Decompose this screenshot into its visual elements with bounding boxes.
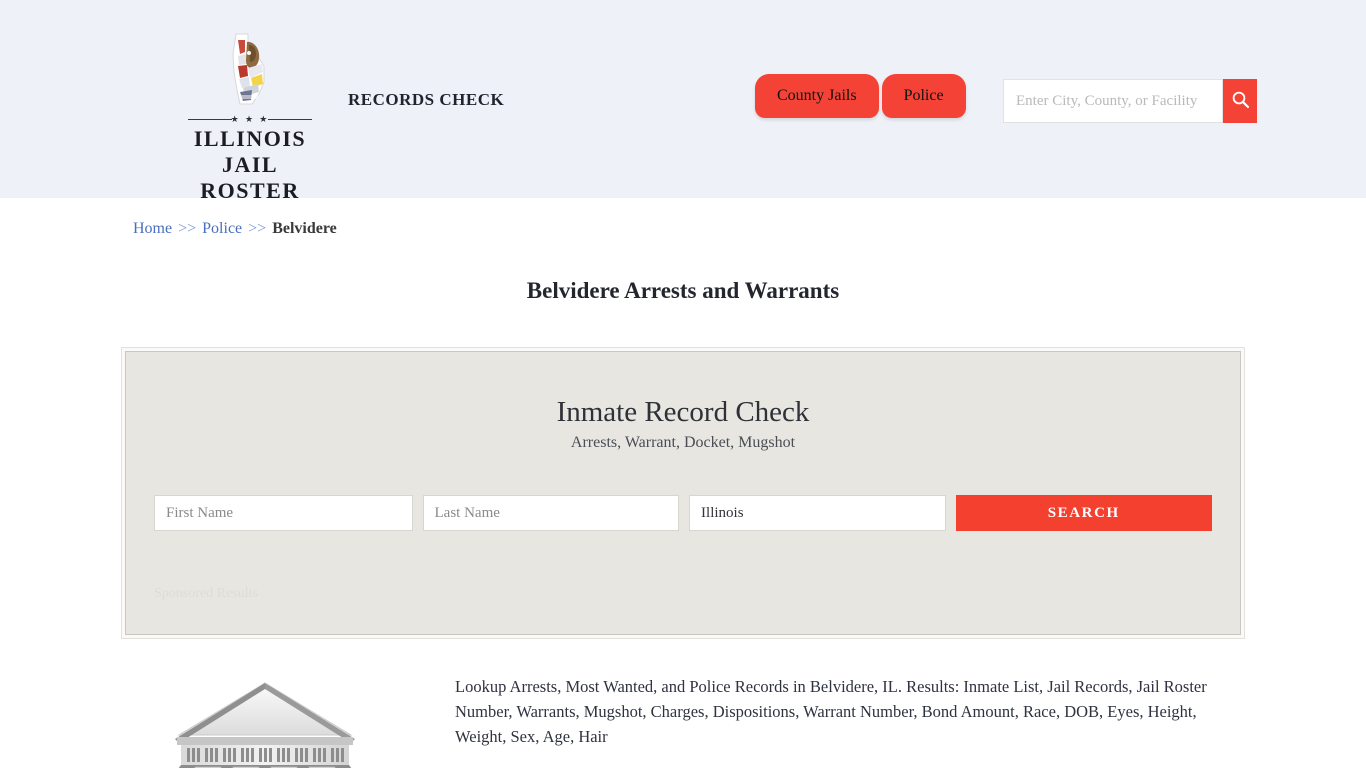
page-description-text: Lookup Arrests, Most Wanted, and Police … — [455, 677, 1207, 746]
search-icon — [1231, 90, 1250, 112]
site-logo[interactable]: ★ ★ ★ ILLINOIS JAIL ROSTER — [185, 32, 315, 204]
first-name-input[interactable] — [154, 495, 413, 531]
inmate-search-form: Illinois SEARCH — [154, 495, 1212, 531]
nav-tab-police[interactable]: Police — [881, 74, 966, 118]
header-search-button[interactable] — [1223, 79, 1257, 123]
logo-text-jail-roster: JAIL ROSTER — [200, 151, 300, 203]
logo-text-illinois: ILLINOIS — [193, 126, 307, 151]
breadcrumb-separator: >> — [248, 220, 267, 237]
search-submit-button[interactable]: SEARCH — [955, 495, 1212, 531]
nav-tab-county-jails[interactable]: County Jails — [755, 74, 879, 118]
page-title: Belvidere Arrests and Warrants — [526, 278, 840, 303]
header-search-input[interactable] — [1003, 79, 1223, 123]
state-select[interactable]: Illinois — [689, 495, 946, 531]
logo-divider: ★ ★ ★ — [188, 114, 312, 124]
site-header: ★ ★ ★ ILLINOIS JAIL ROSTER RECORDS CHECK… — [0, 0, 1366, 203]
site-tagline: RECORDS CHECK — [348, 90, 505, 109]
breadcrumb-separator: >> — [178, 220, 197, 237]
header-search — [1003, 79, 1257, 123]
last-name-input[interactable] — [422, 495, 680, 531]
header-inner: ★ ★ ★ ILLINOIS JAIL ROSTER RECORDS CHECK… — [133, 0, 1257, 203]
sponsored-results-label: Sponsored Results — [154, 586, 258, 601]
card-subtitle: Arrests, Warrant, Docket, Mugshot — [570, 434, 796, 451]
card-title: Inmate Record Check — [556, 396, 810, 428]
page-description-section: Lookup Arrests, Most Wanted, and Police … — [133, 667, 1233, 768]
breadcrumb-current: Belvidere — [272, 220, 337, 237]
primary-nav: County Jails Police — [755, 74, 966, 118]
inmate-record-check-card: Inmate Record Check Arrests, Warrant, Do… — [121, 347, 1245, 639]
card-inner: Inmate Record Check Arrests, Warrant, Do… — [125, 351, 1241, 635]
breadcrumb: Home >> Police >> Belvidere — [133, 198, 1233, 238]
courthouse-icon — [133, 667, 433, 768]
breadcrumb-link-home[interactable]: Home — [133, 220, 172, 237]
illinois-state-outline-icon — [218, 32, 282, 106]
breadcrumb-link-police[interactable]: Police — [202, 220, 242, 237]
logo-stars: ★ ★ ★ — [230, 114, 270, 124]
